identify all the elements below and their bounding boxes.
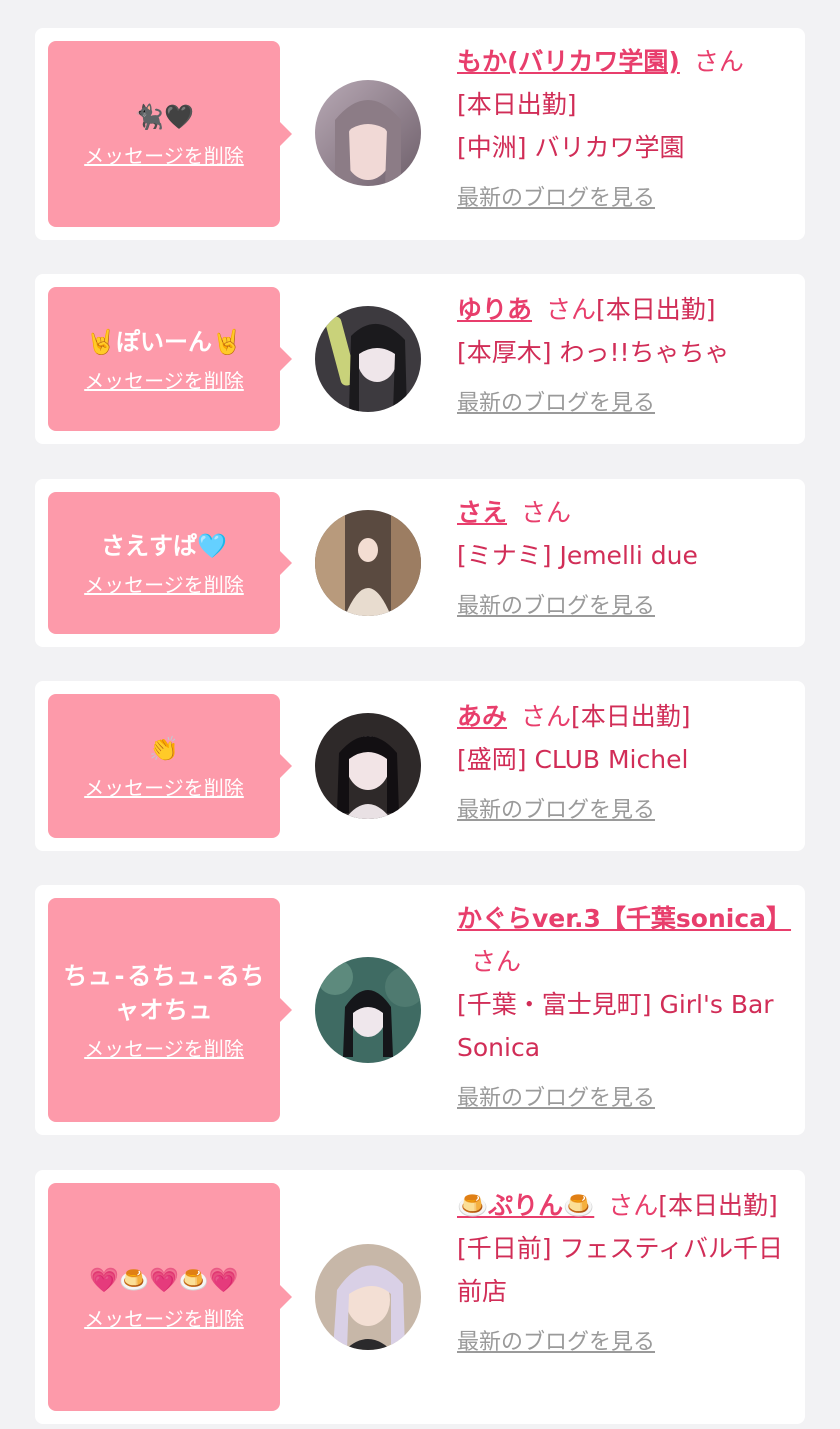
honorific: さん xyxy=(521,498,572,527)
avatar[interactable] xyxy=(315,1244,421,1350)
message-text: ちュ-るちュ-るちャオちュ xyxy=(63,961,265,1024)
avatar[interactable] xyxy=(315,80,421,186)
shop-info: [本厚木] わっ!!ちゃちゃ xyxy=(457,338,730,367)
work-status: [本日出勤] xyxy=(658,1191,778,1220)
honorific: さん xyxy=(546,295,597,324)
message-bubble: 🐈‍⬛🖤 メッセージを削除 xyxy=(48,41,292,227)
latest-blog-link[interactable]: 最新のブログを見る xyxy=(457,1077,655,1120)
avatar[interactable] xyxy=(315,306,421,412)
profile-info: さえ さん [ミナミ] Jemelli due 最新のブログを見る xyxy=(457,491,791,628)
list-item: 👏 メッセージを削除 あみ さん[本日出勤] [盛岡] CLUB Michel 最… xyxy=(35,681,805,851)
delete-message-link[interactable]: メッセージを削除 xyxy=(84,1033,244,1062)
list-item: さえすぱ🩵 メッセージを削除 さえ さん [ミナミ] Jemelli due 最新… xyxy=(35,479,805,647)
message-bubble: さえすぱ🩵 メッセージを削除 xyxy=(48,492,292,634)
message-text: さえすぱ🩵 xyxy=(101,531,227,560)
profile-info: ゆりあ さん[本日出勤] [本厚木] わっ!!ちゃちゃ 最新のブログを見る xyxy=(457,288,791,425)
delete-message-link[interactable]: メッセージを削除 xyxy=(84,1303,244,1332)
honorific: さん xyxy=(521,702,572,731)
list-item: 🤘ぽいーん🤘 メッセージを削除 ゆりあ さん[本日出勤] [本厚木] わっ!!ちゃ… xyxy=(35,274,805,444)
work-status: [本日出勤] xyxy=(457,90,577,119)
profile-info: もか(バリカワ学園) さん [本日出勤] [中洲] バリカワ学園 最新のブログを見… xyxy=(457,40,791,220)
profile-name-link[interactable]: 🍮ぷりん🍮 xyxy=(457,1191,594,1220)
avatar[interactable] xyxy=(315,957,421,1063)
message-bubble: 🤘ぽいーん🤘 メッセージを削除 xyxy=(48,287,292,431)
honorific: さん xyxy=(471,947,522,976)
message-list: 🐈‍⬛🖤 メッセージを削除 もか(バリカワ学園) さん [本日出勤] [中洲] バ… xyxy=(0,0,840,1429)
avatar[interactable] xyxy=(315,713,421,819)
profile-info: あみ さん[本日出勤] [盛岡] CLUB Michel 最新のブログを見る xyxy=(457,695,791,832)
message-bubble: 👏 メッセージを削除 xyxy=(48,694,292,838)
profile-name-link[interactable]: もか(バリカワ学園) xyxy=(457,47,680,76)
list-item: 🐈‍⬛🖤 メッセージを削除 もか(バリカワ学園) さん [本日出勤] [中洲] バ… xyxy=(35,28,805,240)
shop-info: [千日前] フェスティバル千日前店 xyxy=(457,1234,783,1306)
delete-message-link[interactable]: メッセージを削除 xyxy=(84,365,244,394)
delete-message-link[interactable]: メッセージを削除 xyxy=(84,569,244,598)
message-text: 👏 xyxy=(149,734,179,763)
list-item: 💗🍮💗🍮💗 メッセージを削除 🍮ぷりん🍮 さん[本日出勤] [千日前] フェスティ… xyxy=(35,1170,805,1424)
delete-message-link[interactable]: メッセージを削除 xyxy=(84,772,244,801)
shop-info: [中洲] バリカワ学園 xyxy=(457,133,685,162)
latest-blog-link[interactable]: 最新のブログを見る xyxy=(457,1321,655,1364)
profile-info: 🍮ぷりん🍮 さん[本日出勤] [千日前] フェスティバル千日前店 最新のブログを見… xyxy=(457,1184,791,1364)
shop-info: [千葉・富士見町] Girl's Bar Sonica xyxy=(457,990,774,1062)
honorific: さん xyxy=(608,1191,659,1220)
profile-name-link[interactable]: あみ xyxy=(457,702,507,731)
honorific: さん xyxy=(693,47,744,76)
avatar[interactable] xyxy=(315,510,421,616)
latest-blog-link[interactable]: 最新のブログを見る xyxy=(457,382,655,425)
latest-blog-link[interactable]: 最新のブログを見る xyxy=(457,585,655,628)
work-status: [本日出勤] xyxy=(596,295,716,324)
latest-blog-link[interactable]: 最新のブログを見る xyxy=(457,789,655,832)
message-text: 💗🍮💗🍮💗 xyxy=(89,1265,239,1294)
delete-message-link[interactable]: メッセージを削除 xyxy=(84,140,244,169)
profile-info: かぐらver.3【千葉sonica】さん [千葉・富士見町] Girl's Ba… xyxy=(457,897,791,1120)
shop-info: [盛岡] CLUB Michel xyxy=(457,745,689,774)
message-bubble: ちュ-るちュ-るちャオちュ メッセージを削除 xyxy=(48,898,292,1122)
message-text: 🐈‍⬛🖤 xyxy=(134,102,194,131)
message-bubble: 💗🍮💗🍮💗 メッセージを削除 xyxy=(48,1183,292,1411)
work-status: [本日出勤] xyxy=(571,702,691,731)
list-item: ちュ-るちュ-るちャオちュ メッセージを削除 かぐらver.3【千葉sonica… xyxy=(35,885,805,1135)
latest-blog-link[interactable]: 最新のブログを見る xyxy=(457,177,655,220)
profile-name-link[interactable]: かぐらver.3【千葉sonica】 xyxy=(457,904,791,933)
message-text: 🤘ぽいーん🤘 xyxy=(86,327,242,356)
profile-name-link[interactable]: ゆりあ xyxy=(457,295,532,324)
shop-info: [ミナミ] Jemelli due xyxy=(457,541,698,570)
profile-name-link[interactable]: さえ xyxy=(457,498,507,527)
